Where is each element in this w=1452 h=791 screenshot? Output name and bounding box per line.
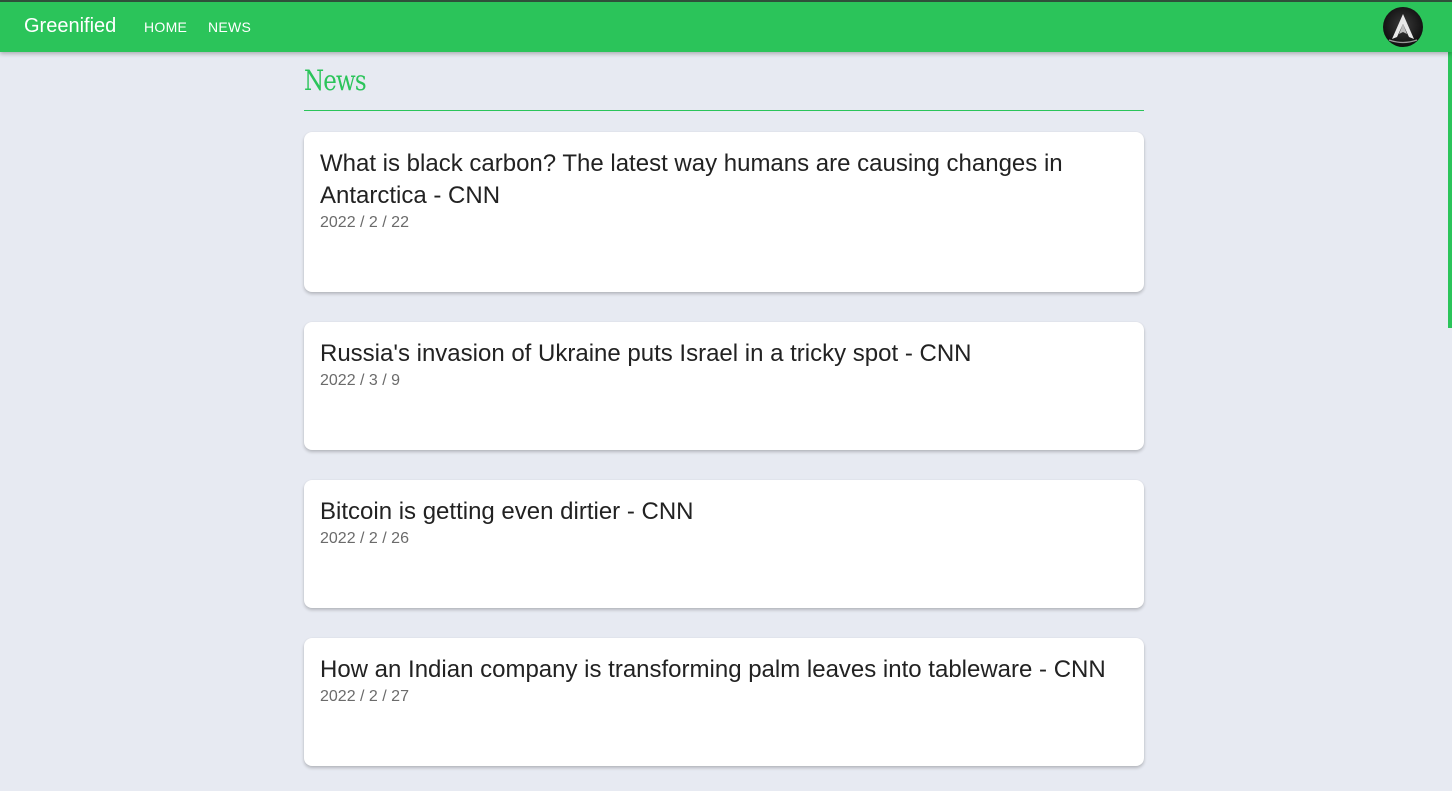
news-card[interactable]: Russia's invasion of Ukraine puts Israel… xyxy=(304,322,1144,450)
news-card-date: 2022 / 2 / 27 xyxy=(320,688,409,705)
news-card-date: 2022 / 2 / 22 xyxy=(320,214,409,231)
brand-logo-text[interactable]: Greenified xyxy=(24,15,116,38)
news-card-date: 2022 / 2 / 26 xyxy=(320,530,409,547)
news-card[interactable]: Bitcoin is getting even dirtier - CNN 20… xyxy=(304,480,1144,608)
news-card-title[interactable]: Russia's invasion of Ukraine puts Israel… xyxy=(320,338,1128,370)
page-title: News xyxy=(304,64,367,97)
news-card[interactable]: How an Indian company is transforming pa… xyxy=(304,638,1144,766)
top-navbar: Greenified HOME NEWS xyxy=(0,0,1452,52)
title-divider xyxy=(304,110,1144,111)
news-card-title[interactable]: What is black carbon? The latest way hum… xyxy=(320,148,1128,212)
news-card[interactable]: What is black carbon? The latest way hum… xyxy=(304,132,1144,292)
news-card-title[interactable]: How an Indian company is transforming pa… xyxy=(320,654,1128,686)
nav-home-link[interactable]: HOME xyxy=(144,19,187,35)
scrollbar-thumb[interactable] xyxy=(1448,52,1452,328)
news-card-title[interactable]: Bitcoin is getting even dirtier - CNN xyxy=(320,496,1128,528)
nav-news-link[interactable]: NEWS xyxy=(208,19,251,35)
assassin-emblem-icon xyxy=(1388,14,1418,44)
news-card-date: 2022 / 3 / 9 xyxy=(320,372,401,389)
user-avatar[interactable] xyxy=(1383,7,1423,47)
